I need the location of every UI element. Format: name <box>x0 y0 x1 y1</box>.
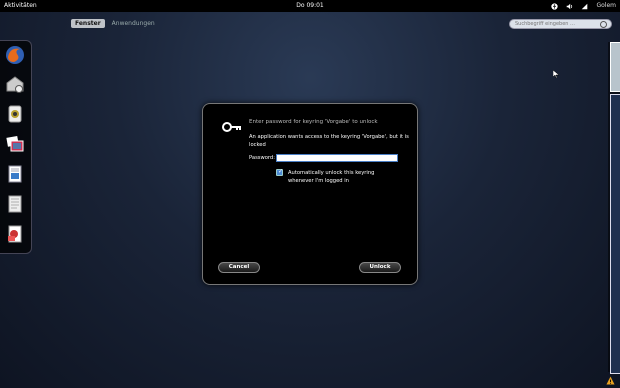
unlock-button[interactable]: Unlock <box>359 262 401 273</box>
top-panel: Aktivitäten Do 09:01 Golem <box>0 0 620 12</box>
system-tray: Golem <box>551 0 616 12</box>
password-field[interactable] <box>276 154 398 162</box>
tab-windows[interactable]: Fenster <box>71 19 105 28</box>
workspace-switcher <box>608 42 620 374</box>
password-label: Password: <box>249 155 275 161</box>
workspace-thumbnail[interactable] <box>610 42 620 92</box>
auto-unlock-checkbox[interactable]: ✓ <box>276 168 284 176</box>
volume-icon[interactable] <box>566 3 573 10</box>
key-icon <box>222 122 241 132</box>
search-icon <box>600 21 607 28</box>
system-settings-icon[interactable] <box>5 104 25 124</box>
search-input[interactable] <box>515 21 600 27</box>
dialog-description: An application wants access to the keyri… <box>249 134 409 148</box>
workspace-thumbnail[interactable] <box>610 94 620 374</box>
warning-icon[interactable] <box>606 376 615 385</box>
keyring-unlock-dialog: Enter password for keyring 'Vorgabe' to … <box>202 103 418 285</box>
text-document-icon[interactable] <box>5 194 25 214</box>
photos-icon[interactable] <box>5 134 25 154</box>
cancel-button[interactable]: Cancel <box>218 262 260 273</box>
tab-applications[interactable]: Anwendungen <box>108 19 159 28</box>
dialog-title: Enter password for keyring 'Vorgabe' to … <box>249 119 378 125</box>
user-menu[interactable]: Golem <box>596 0 616 12</box>
dash <box>0 40 32 254</box>
checkmark-icon: ✓ <box>278 168 284 175</box>
accessibility-icon[interactable] <box>551 2 559 10</box>
auto-unlock-label[interactable]: Automatically unlock this keyring whenev… <box>288 169 398 185</box>
mail-client-icon[interactable] <box>5 74 25 94</box>
overview-tabs: Fenster Anwendungen <box>71 19 159 28</box>
writer-document-icon[interactable] <box>5 164 25 184</box>
search-box[interactable] <box>509 19 612 29</box>
mouse-cursor-icon <box>553 70 559 78</box>
firefox-icon[interactable] <box>5 45 25 65</box>
network-icon[interactable] <box>581 3 588 10</box>
clock[interactable]: Do 09:01 <box>0 0 620 12</box>
presentation-icon[interactable] <box>5 224 25 244</box>
